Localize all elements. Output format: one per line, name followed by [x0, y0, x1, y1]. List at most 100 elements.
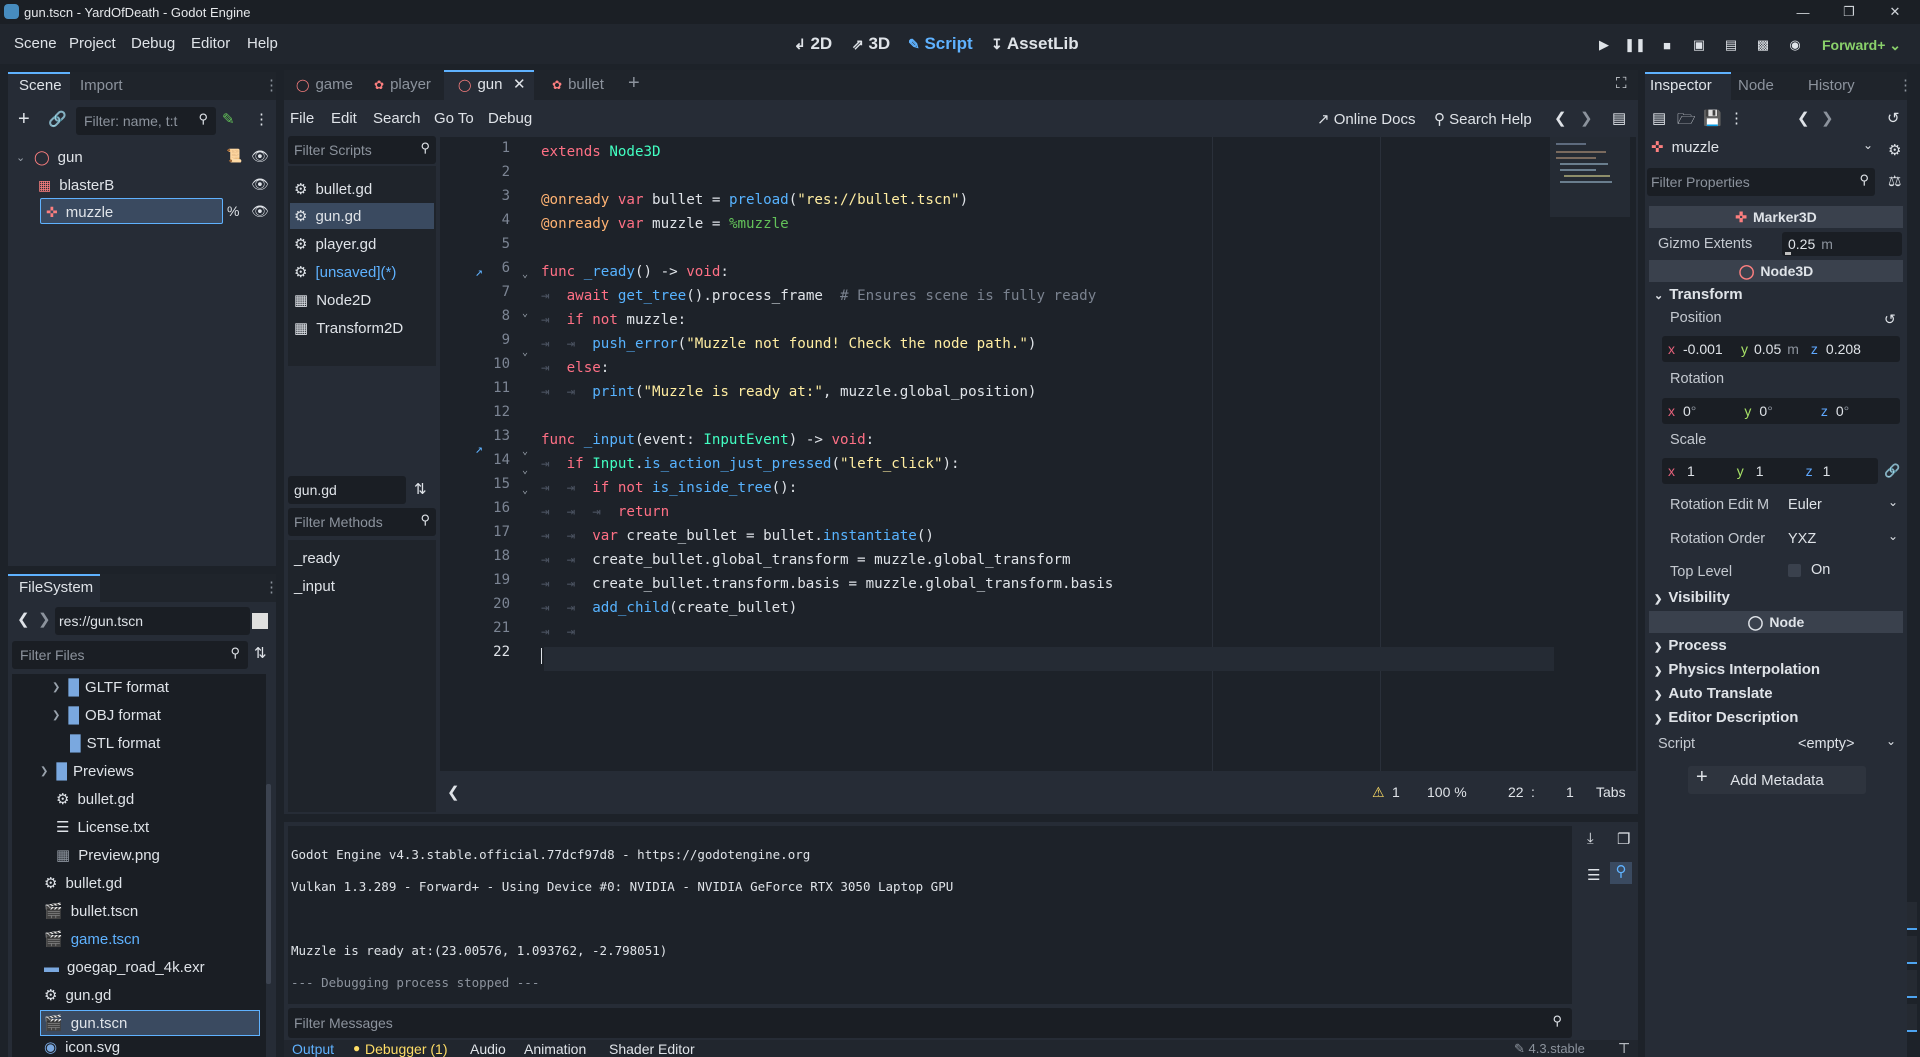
reset-position-icon[interactable]: ↺	[1884, 311, 1896, 328]
fs-filter-input[interactable]: Filter Files ⚲	[12, 641, 248, 669]
fs-item-bullet-gd-1[interactable]: ⚙ bullet.gd	[56, 786, 134, 812]
play-custom-scene-icon[interactable]: ▩	[1752, 36, 1774, 54]
chevron-right-icon[interactable]: ❯	[52, 682, 60, 693]
filter-properties-input[interactable]: Filter Properties ⚲	[1647, 168, 1875, 196]
instance-scene-icon[interactable]: 🔗	[48, 110, 67, 128]
save-icon[interactable]: 💾	[1703, 109, 1722, 127]
expand-panel-icon[interactable]: ⊤	[1618, 1040, 1630, 1057]
dock-menu-icon[interactable]: ⋮	[264, 578, 279, 596]
fs-item-gun-tscn[interactable]: 🎬 gun.tscn	[44, 1010, 127, 1036]
object-tools-icon[interactable]: ⚙	[1888, 141, 1901, 159]
group-transform[interactable]: ⌄ Transform	[1654, 286, 1743, 303]
collapse-left-icon[interactable]: ❮	[447, 783, 460, 801]
fs-item-game-tscn[interactable]: 🎬 game.tscn	[44, 926, 140, 952]
close-window-icon[interactable]: ✕	[1872, 0, 1918, 24]
bottom-tab-audio[interactable]: Audio	[470, 1041, 506, 1057]
bottom-tab-output[interactable]: Output	[292, 1041, 334, 1057]
bottom-tab-shader-editor[interactable]: Shader Editor	[609, 1041, 695, 1057]
tab-scene[interactable]: Scene	[19, 77, 62, 94]
fold-icon[interactable]: ⌄	[522, 347, 528, 358]
play-icon[interactable]: ▶	[1593, 36, 1615, 54]
menu-help[interactable]: Help	[247, 35, 278, 52]
sort-icon[interactable]: ⇅	[414, 480, 427, 498]
fs-item-exr[interactable]: ▬ goegap_road_4k.exr	[44, 954, 205, 980]
editor-tab-game[interactable]: ◯ game	[296, 76, 353, 93]
rotation-order-select[interactable]: YXZ ⌄	[1788, 527, 1902, 553]
fs-path-input[interactable]: res://gun.tscn	[55, 607, 250, 635]
top-level-checkbox[interactable]: On	[1788, 562, 1888, 586]
method-item-ready[interactable]: _ready	[294, 545, 340, 571]
chevron-right-icon[interactable]: ❯	[40, 766, 48, 777]
group-process[interactable]: ❯ Process	[1654, 637, 1727, 654]
script-item-transform2d[interactable]: ▦ Transform2D	[294, 315, 403, 341]
renderer-select[interactable]: Forward+ ⌄	[1822, 37, 1901, 54]
fs-item-bullet-tscn[interactable]: 🎬 bullet.tscn	[44, 898, 138, 924]
collapse-messages-icon[interactable]: ☰	[1587, 866, 1600, 884]
main-3d-button[interactable]: ⇗ 3D	[852, 34, 890, 54]
fs-item-previews[interactable]: ❯ █ Previews	[40, 758, 134, 784]
maximize-icon[interactable]: ❐	[1826, 0, 1872, 24]
close-tab-icon[interactable]: ✕	[513, 75, 526, 93]
editor-tab-bullet[interactable]: ✿ bullet	[552, 76, 604, 93]
indent-mode[interactable]: Tabs	[1596, 784, 1626, 800]
pause-icon[interactable]: ❚❚	[1624, 36, 1646, 54]
rotation-edit-select[interactable]: Euler ⌄	[1788, 493, 1902, 519]
search-help-button[interactable]: ⚲ Search Help	[1434, 110, 1532, 128]
property-options-icon[interactable]: ⚖	[1888, 172, 1901, 190]
tree-node-gun[interactable]: ⌄ ◯ gun	[16, 144, 83, 170]
link-scale-icon[interactable]: 🔗	[1884, 463, 1900, 479]
distraction-free-icon[interactable]: ⛶	[1616, 75, 1627, 92]
script-attached-icon[interactable]: 📜	[226, 148, 242, 164]
fs-item-stl[interactable]: █ STL format	[70, 730, 160, 756]
position-field[interactable]: x -0.001 y 0.05 m z 0.208	[1662, 336, 1900, 362]
search-icon[interactable]: ⚲	[1610, 862, 1632, 884]
fs-item-icon-svg[interactable]: ◉ icon.svg	[44, 1037, 120, 1057]
group-visibility[interactable]: ❯ Visibility	[1654, 589, 1730, 606]
group-physics-interpolation[interactable]: ❯ Physics Interpolation	[1654, 661, 1820, 678]
history-back-icon[interactable]: ❮	[1797, 109, 1810, 127]
prev-script-icon[interactable]: ❮	[1554, 109, 1567, 127]
attach-script-icon[interactable]: ✎	[222, 110, 235, 128]
chevron-down-icon[interactable]: ⌄	[16, 151, 30, 164]
script-item-unsaved[interactable]: ⚙ [unsaved](*)	[294, 259, 396, 285]
main-assetlib-button[interactable]: ↧ AssetLib	[991, 34, 1079, 54]
script-menu-edit[interactable]: Edit	[331, 110, 357, 127]
movie-maker-icon[interactable]: ◉	[1784, 36, 1806, 54]
fs-item-gltf[interactable]: ❯ █ GLTF format	[52, 674, 169, 700]
add-node-icon[interactable]: +	[18, 108, 30, 131]
main-script-button[interactable]: ✎ Script	[908, 34, 973, 54]
scene-filter-input[interactable]: Filter: name, t:t ⚲	[76, 107, 216, 135]
menu-editor[interactable]: Editor	[191, 35, 230, 52]
menu-project[interactable]: Project	[69, 35, 116, 52]
add-tab-icon[interactable]: +	[628, 72, 640, 95]
more-icon[interactable]: ⋮	[1729, 109, 1744, 127]
warnings-count[interactable]: 1	[1392, 784, 1400, 800]
tab-history[interactable]: History	[1808, 77, 1855, 94]
fold-icon[interactable]: ⌄	[522, 465, 528, 476]
play-scene-icon[interactable]: ▤	[1720, 36, 1742, 54]
script-menu-debug[interactable]: Debug	[488, 110, 532, 127]
fs-item-bullet-gd-2[interactable]: ⚙ bullet.gd	[44, 870, 122, 896]
script-menu-file[interactable]: File	[290, 110, 314, 127]
fold-icon[interactable]: ⌄	[522, 269, 528, 280]
remote-debug-icon[interactable]: ▣	[1688, 36, 1710, 54]
script-menu-search[interactable]: Search	[373, 110, 421, 127]
visibility-eye-icon[interactable]: 👁	[251, 176, 269, 193]
dock-menu-icon[interactable]: ⋮	[264, 76, 279, 94]
dock-menu-icon[interactable]: ⋮	[1898, 76, 1913, 94]
rotation-field[interactable]: x 0 ° y 0 ° z 0 °	[1662, 398, 1900, 424]
forward-icon[interactable]: ❯	[38, 610, 51, 628]
tab-import[interactable]: Import	[80, 77, 123, 94]
online-docs-button[interactable]: ↗ Online Docs	[1317, 110, 1415, 128]
fs-item-preview-png[interactable]: ▦ Preview.png	[56, 842, 160, 868]
unique-name-marker[interactable]: %	[227, 203, 239, 219]
script-menu-goto[interactable]: Go To	[434, 110, 474, 127]
open-folder-icon[interactable]: 🗁	[1677, 109, 1696, 134]
sort-icon[interactable]: ⇅	[254, 644, 267, 662]
toggle-list-icon[interactable]: ▤	[1612, 109, 1626, 127]
tree-node-blasterb[interactable]: ▦ blasterB	[38, 172, 114, 198]
fs-item-gun-gd[interactable]: ⚙ gun.gd	[44, 982, 111, 1008]
group-auto-translate[interactable]: ❯ Auto Translate	[1654, 685, 1773, 702]
bottom-tab-animation[interactable]: Animation	[524, 1041, 586, 1057]
script-filter-input[interactable]: Filter Scripts ⚲	[288, 136, 436, 164]
